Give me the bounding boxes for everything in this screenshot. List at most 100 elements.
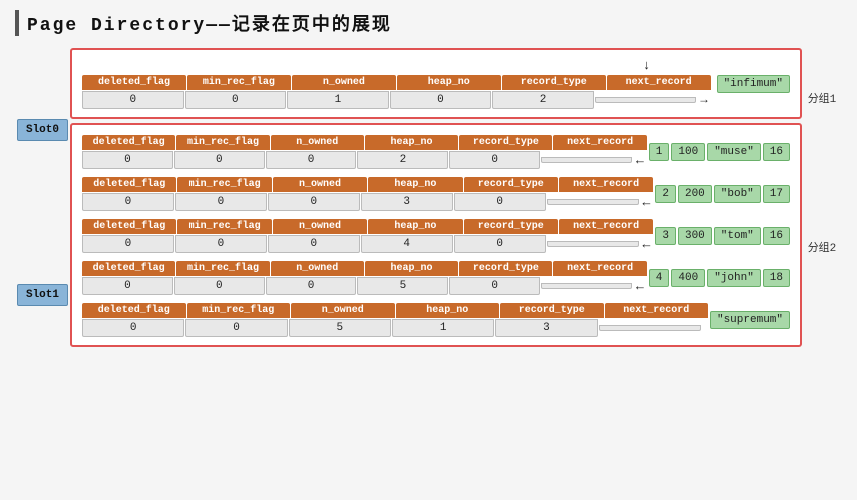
record-left: deleted_flagmin_rec_flagn_ownedheap_nore… <box>82 135 647 169</box>
extra-cell: 1 <box>649 143 670 161</box>
value-cell: 0 <box>82 91 184 109</box>
record-header-row: deleted_flagmin_rec_flagn_ownedheap_nore… <box>82 135 647 150</box>
value-cell <box>547 199 639 205</box>
arrow-indicator: ← <box>643 237 651 252</box>
header-cell: deleted_flag <box>82 261 175 276</box>
record-value-row: 00030← <box>82 193 653 211</box>
slot0-area: Slot0 <box>15 119 70 141</box>
extra-cell: "john" <box>707 269 761 287</box>
slot1-area: Slot1 <box>15 284 70 306</box>
full-record-row: deleted_flagmin_rec_flagn_ownedheap_nore… <box>82 177 790 211</box>
record-left: deleted_flagmin_rec_flagn_ownedheap_nore… <box>82 177 653 211</box>
arrow-indicator: ← <box>636 279 644 294</box>
header-cell: deleted_flag <box>82 135 175 150</box>
value-cell: 0 <box>454 193 546 211</box>
header-cell: n_owned <box>273 219 367 234</box>
value-cell: 0 <box>266 277 357 295</box>
full-record-row: deleted_flagmin_rec_flagn_ownedheap_nore… <box>82 261 790 295</box>
extra-cell: "bob" <box>714 185 761 203</box>
group1-value-row: 00102→ <box>82 91 711 109</box>
group1-record: ↓ deleted_flagmin_rec_flagn_ownedheap_no… <box>82 58 711 109</box>
header-cell: next_record <box>553 135 646 150</box>
record-row: deleted_flagmin_rec_flagn_ownedheap_nore… <box>82 133 790 169</box>
record-header-row: deleted_flagmin_rec_flagn_ownedheap_nore… <box>82 177 653 192</box>
extra-cell: 17 <box>763 185 790 203</box>
record-header-row: deleted_flagmin_rec_flagn_ownedheap_nore… <box>82 261 647 276</box>
header-cell: n_owned <box>291 303 395 318</box>
groups-area: ↓ deleted_flagmin_rec_flagn_ownedheap_no… <box>70 48 802 347</box>
arrow-indicator: ← <box>636 153 644 168</box>
value-cell: 0 <box>82 193 174 211</box>
record-left: deleted_flagmin_rec_flagn_ownedheap_nore… <box>82 303 708 337</box>
record-row: deleted_flagmin_rec_flagn_ownedheap_nore… <box>82 301 790 337</box>
extra-cell: 200 <box>678 185 712 203</box>
extra-cell: 16 <box>763 143 790 161</box>
header-cell: record_type <box>464 177 558 192</box>
header-cell: heap_no <box>397 75 501 90</box>
value-cell: 0 <box>82 319 184 337</box>
header-cell: deleted_flag <box>82 303 186 318</box>
slot-column: Slot0 Slot1 <box>15 48 70 347</box>
full-record-row: deleted_flagmin_rec_flagn_ownedheap_nore… <box>82 219 790 253</box>
record-value-row: 00020← <box>82 151 647 169</box>
slot1-label: Slot1 <box>17 284 68 306</box>
header-cell: next_record <box>607 75 711 90</box>
header-cell: deleted_flag <box>82 219 176 234</box>
extra-cell: 100 <box>671 143 705 161</box>
group-labels: 分组1 分组2 <box>802 48 842 347</box>
value-cell: 0 <box>268 193 360 211</box>
extra-cells: 1100"muse"16 <box>649 143 790 161</box>
header-cell: record_type <box>500 303 604 318</box>
header-cell: record_type <box>502 75 606 90</box>
page-title: Page Directory——记录在页中的展现 <box>15 10 842 36</box>
header-cell: min_rec_flag <box>187 75 291 90</box>
header-cell: next_record <box>605 303 709 318</box>
header-cell: record_type <box>464 219 558 234</box>
extra-cell: "muse" <box>707 143 761 161</box>
value-cell: 1 <box>392 319 494 337</box>
group2-box: deleted_flagmin_rec_flagn_ownedheap_nore… <box>70 123 802 347</box>
value-cell: 1 <box>287 91 389 109</box>
header-cell: next_record <box>559 219 653 234</box>
value-cell: 0 <box>266 151 357 169</box>
extra-cell: "tom" <box>714 227 761 245</box>
extra-cells: 2200"bob"17 <box>655 185 790 203</box>
group1-label: 分组1 <box>802 48 842 148</box>
record-header-row: deleted_flagmin_rec_flagn_ownedheap_nore… <box>82 303 708 318</box>
group1-header-row: deleted_flagmin_rec_flagn_ownedheap_nore… <box>82 75 711 90</box>
arrow-down-g1: ↓ <box>643 58 651 73</box>
header-cell: min_rec_flag <box>176 261 269 276</box>
full-record-row: deleted_flagmin_rec_flagn_ownedheap_nore… <box>82 303 790 337</box>
slot0-label: Slot0 <box>17 119 68 141</box>
record-value-row: 00050← <box>82 277 647 295</box>
value-cell: 0 <box>82 277 173 295</box>
value-cell: 0 <box>454 235 546 253</box>
header-cell: min_rec_flag <box>176 135 269 150</box>
value-cell: 0 <box>175 235 267 253</box>
extra-cell: 2 <box>655 185 676 203</box>
value-cell: 0 <box>82 151 173 169</box>
header-cell: n_owned <box>271 261 364 276</box>
extra-cell: 4 <box>649 269 670 287</box>
supremum-cell: "supremum" <box>710 311 790 329</box>
header-cell: n_owned <box>292 75 396 90</box>
header-cell: next_record <box>559 177 653 192</box>
extra-cell: 400 <box>671 269 705 287</box>
value-cell: 0 <box>268 235 360 253</box>
header-cell: next_record <box>553 261 646 276</box>
value-cell: 5 <box>357 277 448 295</box>
value-cell: 3 <box>361 193 453 211</box>
arrow-indicator: ← <box>643 195 651 210</box>
record-left: deleted_flagmin_rec_flagn_ownedheap_nore… <box>82 219 653 253</box>
header-cell: n_owned <box>273 177 367 192</box>
group1-box: ↓ deleted_flagmin_rec_flagn_ownedheap_no… <box>70 48 802 119</box>
header-cell: deleted_flag <box>82 75 186 90</box>
record-value-row: 00513 <box>82 319 708 337</box>
extra-cells: "supremum" <box>710 311 790 329</box>
value-cell: 4 <box>361 235 453 253</box>
record-row: deleted_flagmin_rec_flagn_ownedheap_nore… <box>82 175 790 211</box>
header-cell: heap_no <box>368 177 462 192</box>
extra-cell: 16 <box>763 227 790 245</box>
group1-infimum: "infimum" <box>717 75 790 93</box>
record-row: deleted_flagmin_rec_flagn_ownedheap_nore… <box>82 259 790 295</box>
